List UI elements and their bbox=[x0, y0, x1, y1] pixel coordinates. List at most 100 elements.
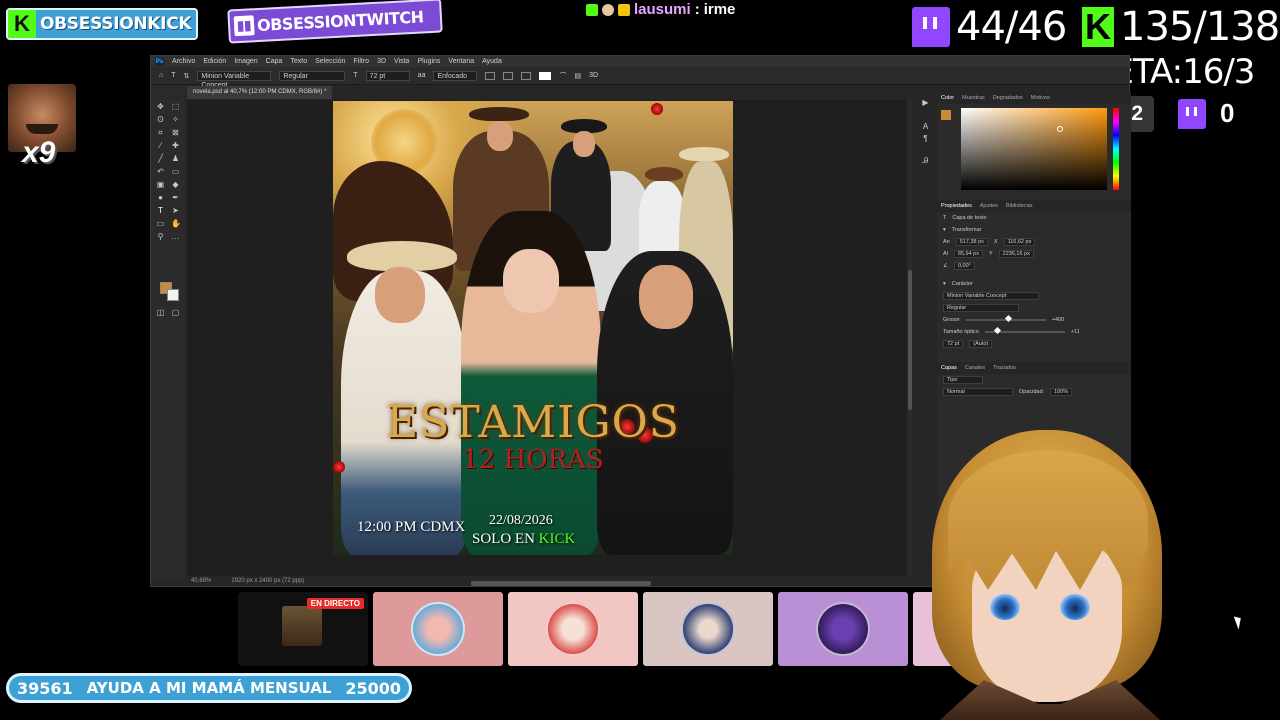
tab-trazados[interactable]: Trazados bbox=[993, 362, 1016, 374]
eraser-icon[interactable]: ▭ bbox=[171, 167, 180, 176]
move-tool-icon[interactable]: ✥ bbox=[156, 102, 165, 111]
menu-plugins[interactable]: Plugins bbox=[417, 58, 440, 65]
y-field[interactable]: 2236,16 px bbox=[998, 250, 1034, 258]
hand-tool-icon[interactable]: ✋ bbox=[171, 219, 181, 228]
type-tool-icon[interactable]: T bbox=[156, 206, 165, 215]
align-right-icon[interactable] bbox=[521, 71, 532, 80]
menu-archivo[interactable]: Archivo bbox=[172, 58, 195, 65]
blend-mode-select[interactable]: Normal bbox=[943, 388, 1013, 396]
background-color-swatch[interactable] bbox=[167, 289, 179, 301]
font-family-select[interactable]: Minion Variable Concept bbox=[197, 70, 272, 89]
poster-subtitle[interactable]: 12 HORAS bbox=[333, 445, 733, 475]
dodge-tool-icon[interactable]: ● bbox=[156, 193, 165, 202]
tab-ajustes[interactable]: Ajustes bbox=[980, 200, 998, 212]
layer-kind-select[interactable]: Tipo bbox=[943, 376, 983, 384]
menu-seleccion[interactable]: Selección bbox=[315, 58, 345, 65]
channel-card[interactable] bbox=[508, 592, 638, 666]
angle-field[interactable]: 0,00° bbox=[953, 262, 975, 270]
marquee-tool-icon[interactable]: ⬚ bbox=[171, 102, 180, 111]
frame-tool-icon[interactable]: ⊠ bbox=[171, 128, 180, 137]
panels-icon[interactable]: ▤ bbox=[574, 72, 581, 80]
screen-mode-icon[interactable]: ▢ bbox=[171, 308, 180, 317]
crop-tool-icon[interactable]: ⌗ bbox=[156, 128, 165, 137]
color-picker-handle[interactable] bbox=[1057, 126, 1063, 132]
pen-tool-icon[interactable]: ✒ bbox=[171, 193, 180, 202]
document-tab[interactable]: novela.psd al 40,7% (12:00 PM CDMX, RGB/… bbox=[187, 86, 333, 99]
channel-card[interactable] bbox=[778, 592, 908, 666]
tab-propiedades[interactable]: Propiedades bbox=[941, 200, 972, 212]
char-style-select[interactable]: Regular bbox=[943, 304, 1019, 312]
font-style-select[interactable]: Regular bbox=[279, 70, 346, 81]
grosor-slider[interactable] bbox=[965, 314, 1046, 323]
face bbox=[503, 249, 559, 313]
align-left-icon[interactable] bbox=[485, 71, 496, 80]
height-field[interactable]: 85,94 px bbox=[953, 250, 983, 258]
live-stream-card[interactable]: EN DIRECTO bbox=[238, 592, 368, 666]
menu-ventana[interactable]: Ventana bbox=[448, 58, 474, 65]
menu-capa[interactable]: Capa bbox=[266, 58, 283, 65]
more-tools-icon[interactable]: … bbox=[171, 232, 180, 241]
lasso-tool-icon[interactable]: ʘ bbox=[156, 115, 165, 124]
magic-wand-icon[interactable]: ✧ bbox=[171, 115, 180, 124]
zoom-level[interactable]: 40,69% bbox=[191, 576, 211, 586]
poster-date[interactable]: 22/08/2026 bbox=[489, 513, 553, 529]
3d-icon[interactable]: 3D bbox=[589, 72, 598, 79]
stamp-tool-icon[interactable]: ♟ bbox=[171, 154, 180, 163]
history-brush-icon[interactable]: ↶ bbox=[156, 167, 165, 176]
text-color-swatch[interactable] bbox=[539, 71, 552, 80]
tab-canales[interactable]: Canales bbox=[965, 362, 985, 374]
tab-degradados[interactable]: Degradados bbox=[993, 92, 1023, 104]
menu-edicion[interactable]: Edición bbox=[203, 58, 226, 65]
menu-3d[interactable]: 3D bbox=[377, 58, 386, 65]
poster-canvas[interactable]: ESTAMIGOS 12 HORAS 12:00 PM CDMX 22/08/2… bbox=[333, 101, 733, 555]
warp-text-icon[interactable]: ⌒ bbox=[559, 71, 566, 81]
quick-mask-icon[interactable]: ◫ bbox=[156, 308, 165, 317]
home-icon[interactable]: ⌂ bbox=[159, 72, 163, 79]
menu-texto[interactable]: Texto bbox=[290, 58, 307, 65]
blur-tool-icon[interactable]: ◆ bbox=[171, 180, 180, 189]
healing-brush-icon[interactable]: ✚ bbox=[171, 141, 180, 150]
transform-heading[interactable]: ▾ Transformar bbox=[937, 224, 1131, 236]
char-font-select[interactable]: Minion Variable Concept bbox=[943, 292, 1039, 300]
tab-bibliotecas[interactable]: Bibliotecas bbox=[1006, 200, 1033, 212]
poster-solo-en-kick[interactable]: SOLO EN KICK bbox=[472, 531, 575, 548]
canvas-horizontal-scrollbar[interactable] bbox=[471, 581, 651, 586]
poster-time[interactable]: 12:00 PM CDMX bbox=[357, 519, 465, 536]
opacity-field[interactable]: 100% bbox=[1050, 388, 1073, 396]
tab-muestras[interactable]: Muestras bbox=[962, 92, 985, 104]
character-panel-icon[interactable]: A bbox=[921, 122, 930, 131]
menu-imagen[interactable]: Imagen bbox=[234, 58, 257, 65]
zoom-tool-icon[interactable]: ⚲ bbox=[156, 232, 165, 241]
text-orientation-icon[interactable]: ⇅ bbox=[184, 72, 190, 80]
brush-tool-icon[interactable]: ╱ bbox=[156, 154, 165, 163]
path-select-icon[interactable]: ➤ bbox=[171, 206, 180, 215]
character-heading[interactable]: ▾ Carácter bbox=[937, 278, 1131, 290]
eyedropper-icon[interactable]: ⁄ bbox=[156, 141, 165, 150]
font-size-select[interactable]: 72 pt bbox=[365, 70, 410, 81]
gradient-tool-icon[interactable]: ▣ bbox=[156, 180, 165, 189]
glyphs-panel-icon[interactable]: Ꭿ bbox=[921, 156, 930, 165]
char-size-field[interactable]: 72 pt bbox=[943, 340, 964, 348]
poster-title[interactable]: ESTAMIGOS bbox=[333, 397, 733, 448]
channel-card[interactable] bbox=[373, 592, 503, 666]
tab-motivos[interactable]: Motivos bbox=[1031, 92, 1050, 104]
hue-slider[interactable] bbox=[1113, 108, 1119, 190]
tab-color[interactable]: Color bbox=[941, 92, 954, 104]
rectangle-tool-icon[interactable]: ▭ bbox=[156, 219, 165, 228]
color-panel-foreground[interactable] bbox=[941, 110, 951, 120]
text-tool-icon[interactable]: T bbox=[171, 72, 175, 79]
color-picker-field[interactable] bbox=[961, 108, 1107, 190]
channel-card[interactable] bbox=[643, 592, 773, 666]
x-field[interactable]: 116,62 px bbox=[1003, 238, 1036, 246]
width-field[interactable]: 517,38 px bbox=[955, 238, 988, 246]
leading-field[interactable]: (Auto) bbox=[969, 340, 993, 348]
antialias-select[interactable]: Enfocado bbox=[433, 70, 478, 81]
paragraph-panel-icon[interactable]: ¶ bbox=[921, 134, 930, 143]
history-panel-icon[interactable]: ▶ bbox=[921, 98, 930, 107]
menu-vista[interactable]: Vista bbox=[394, 58, 409, 65]
menu-filtro[interactable]: Filtro bbox=[354, 58, 370, 65]
menu-ayuda[interactable]: Ayuda bbox=[482, 58, 502, 65]
align-center-icon[interactable] bbox=[503, 71, 514, 80]
tamano-slider[interactable] bbox=[984, 326, 1065, 335]
tab-capas[interactable]: Capas bbox=[941, 362, 957, 374]
